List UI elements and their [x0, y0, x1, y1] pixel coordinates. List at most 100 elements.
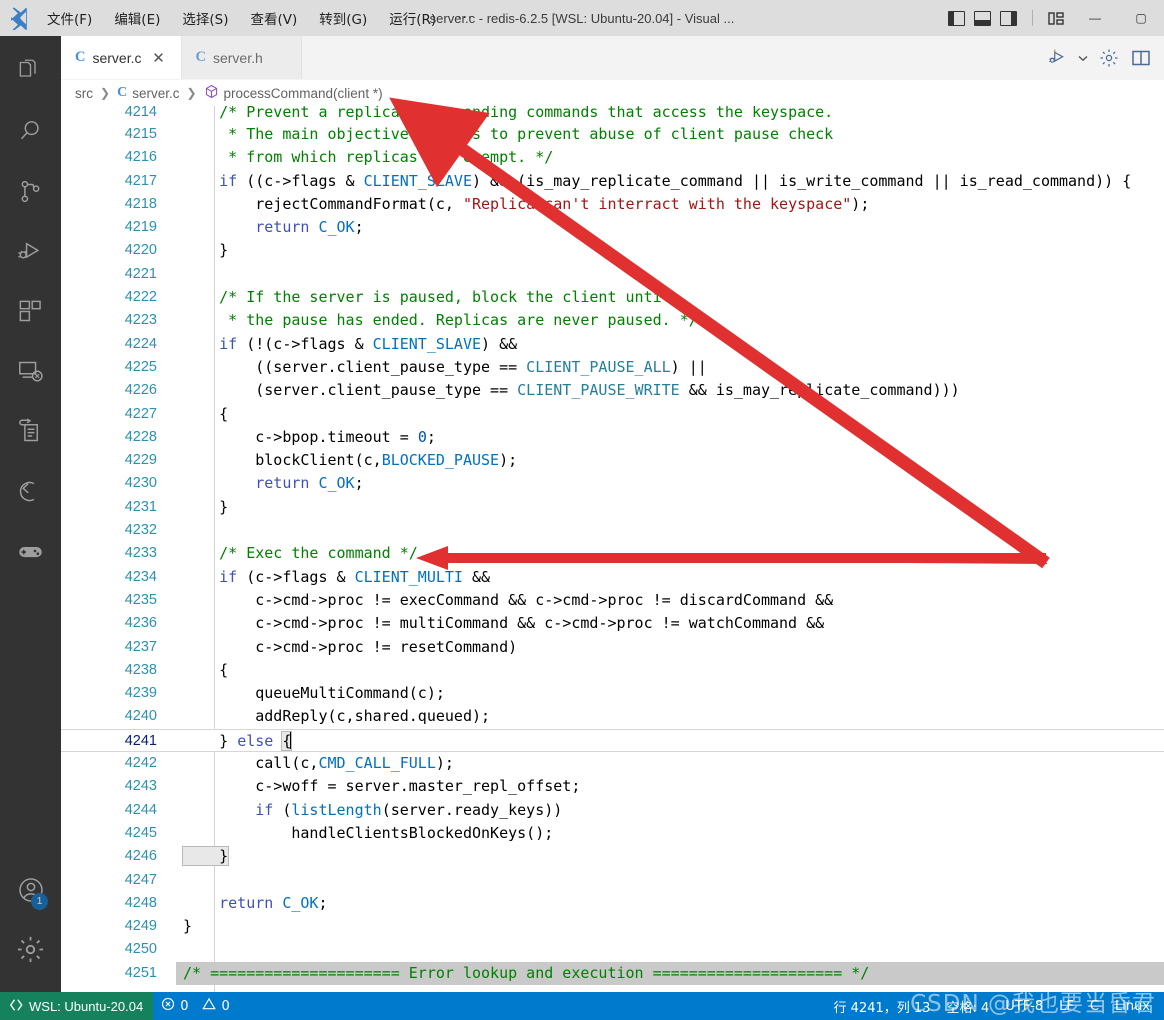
vscode-window: 文件(F) 编辑(E) 选择(S) 查看(V) 转到(G) 运行(R) ··· … [0, 0, 1164, 1020]
line-number: 4224 [124, 335, 157, 352]
menu-view[interactable]: 查看(V) [240, 0, 309, 36]
code-line-text: return C_OK; [183, 472, 1164, 495]
menu-more[interactable]: ··· [447, 0, 483, 36]
code-line[interactable]: 4217 if ((c->flags & CLIENT_SLAVE) && (i… [61, 170, 1164, 193]
toggle-primary-sidebar-icon[interactable] [948, 10, 965, 26]
code-content[interactable]: 4214 /* Prevent a replica from sending c… [61, 106, 1164, 992]
toggle-panel-icon[interactable] [974, 10, 991, 26]
editor-tab-bar: C server.c ✕ C server.h [61, 36, 1164, 80]
code-line[interactable]: 4220 } [61, 239, 1164, 262]
status-language-mode[interactable]: C [1082, 992, 1107, 1020]
code-line[interactable]: 4237 c->cmd->proc != resetCommand) [61, 636, 1164, 659]
code-line[interactable]: 4223 * the pause has ended. Replicas are… [61, 309, 1164, 332]
code-line[interactable]: 4240 addReply(c,shared.queued); [61, 705, 1164, 728]
source-control-icon [17, 178, 44, 210]
status-cursor-position[interactable]: 行 4241，列 13 [826, 992, 939, 1020]
code-line[interactable]: 4243 c->woff = server.master_repl_offset… [61, 775, 1164, 798]
code-token: ) || [670, 357, 707, 376]
code-line[interactable]: 4230 return C_OK; [61, 472, 1164, 495]
code-line[interactable]: 4224 if (!(c->flags & CLIENT_SLAVE) && [61, 333, 1164, 356]
line-number: 4246 [124, 848, 157, 865]
code-editor[interactable]: 4214 /* Prevent a replica from sending c… [61, 106, 1164, 992]
code-line[interactable]: 4215 * The main objective here is to pre… [61, 123, 1164, 146]
code-line[interactable]: 4226 (server.client_pause_type == CLIENT… [61, 379, 1164, 402]
breadcrumb-item-file[interactable]: C server.c [117, 85, 179, 101]
status-encoding[interactable]: UTF-8 [997, 992, 1051, 1020]
code-line-text: if (c->flags & CLIENT_MULTI && [183, 566, 1164, 589]
code-line[interactable]: 4241 } else { [61, 728, 1164, 753]
sidebar-item-accounts[interactable]: 1 [0, 862, 61, 922]
sidebar-item-explorer[interactable] [0, 44, 61, 104]
code-line[interactable]: 4221 [61, 263, 1164, 286]
code-line[interactable]: 4218 rejectCommandFormat(c, "Replica can… [61, 193, 1164, 216]
code-line[interactable]: 4236 c->cmd->proc != multiCommand && c->… [61, 612, 1164, 635]
code-token: c->woff = server.master_repl_offset; [183, 777, 581, 796]
sidebar-item-manage[interactable] [0, 922, 61, 982]
toggle-secondary-sidebar-icon[interactable] [1000, 10, 1017, 26]
code-line[interactable]: 4232 [61, 519, 1164, 542]
code-line[interactable]: 4233 /* Exec the command */ [61, 542, 1164, 565]
status-indentation[interactable]: 空格: 4 [938, 992, 997, 1020]
code-line[interactable]: 4248 return C_OK; [61, 892, 1164, 915]
sidebar-item-cpp[interactable] [0, 464, 61, 524]
chevron-down-icon[interactable] [1074, 43, 1092, 73]
code-line[interactable]: 4219 return C_OK; [61, 216, 1164, 239]
sidebar-item-remote-explorer[interactable] [0, 344, 61, 404]
menu-run[interactable]: 运行(R) [378, 0, 447, 36]
sidebar-item-extensions[interactable] [0, 284, 61, 344]
sidebar-item-run-debug[interactable] [0, 224, 61, 284]
maximize-button[interactable]: ▢ [1118, 0, 1164, 36]
gear-icon[interactable] [1094, 43, 1124, 73]
customize-layout-icon[interactable] [1048, 11, 1066, 26]
code-line-text [183, 869, 1164, 892]
tab-server-c[interactable]: C server.c ✕ [61, 36, 182, 79]
menu-selection[interactable]: 选择(S) [171, 0, 239, 36]
run-and-debug-icon [17, 238, 44, 270]
code-line[interactable]: 4246 } [61, 845, 1164, 868]
code-line[interactable]: 4227 { [61, 403, 1164, 426]
breadcrumb-item-src[interactable]: src [75, 86, 93, 101]
code-line[interactable]: 4244 if (listLength(server.ready_keys)) [61, 799, 1164, 822]
code-line[interactable]: 4214 /* Prevent a replica from sending c… [61, 106, 1164, 123]
code-line[interactable]: 4216 * from which replicas are exempt. *… [61, 146, 1164, 169]
code-line[interactable]: 4245 handleClientsBlockedOnKeys(); [61, 822, 1164, 845]
code-line[interactable]: 4234 if (c->flags & CLIENT_MULTI && [61, 566, 1164, 589]
code-line[interactable]: 4228 c->bpop.timeout = 0; [61, 426, 1164, 449]
sidebar-item-source-control[interactable] [0, 164, 61, 224]
run-debug-icon[interactable] [1042, 43, 1072, 73]
code-line[interactable]: 4238 { [61, 659, 1164, 682]
sidebar-item-search[interactable] [0, 104, 61, 164]
divider [1032, 10, 1033, 26]
code-line[interactable]: 4249} [61, 915, 1164, 938]
code-line[interactable]: 4242 call(c,CMD_CALL_FULL); [61, 752, 1164, 775]
code-line[interactable]: 4247 [61, 869, 1164, 892]
code-token: C_OK [318, 218, 355, 237]
code-token: CLIENT_PAUSE_ALL [526, 357, 671, 376]
sidebar-item-todo-tree[interactable] [0, 404, 61, 464]
code-line[interactable]: 4239 queueMultiCommand(c); [61, 682, 1164, 705]
line-number: 4244 [124, 801, 157, 818]
sidebar-item-game[interactable] [0, 524, 61, 584]
tab-server-h[interactable]: C server.h [181, 36, 302, 79]
code-line[interactable]: 4222 /* If the server is paused, block t… [61, 286, 1164, 309]
minimize-button[interactable]: — [1072, 0, 1118, 36]
code-line[interactable]: 4225 ((server.client_pause_type == CLIEN… [61, 356, 1164, 379]
menu-file[interactable]: 文件(F) [36, 0, 103, 36]
close-icon[interactable]: ✕ [149, 48, 169, 68]
menu-edit[interactable]: 编辑(E) [103, 0, 171, 36]
status-platform[interactable]: Linux [1107, 992, 1158, 1020]
code-line[interactable]: 4250 [61, 938, 1164, 961]
status-eol[interactable]: LF [1051, 992, 1082, 1020]
horizontal-scrollbar[interactable] [183, 982, 1164, 992]
status-remote-indicator[interactable]: WSL: Ubuntu-20.04 [0, 992, 154, 1020]
split-editor-icon[interactable] [1126, 43, 1156, 73]
breadcrumb-item-symbol[interactable]: processCommand(client *) [204, 84, 383, 102]
menu-go[interactable]: 转到(G) [308, 0, 378, 36]
line-number: 4247 [124, 871, 157, 888]
code-line[interactable]: 4229 blockClient(c,BLOCKED_PAUSE); [61, 449, 1164, 472]
code-line[interactable]: 4231 } [61, 496, 1164, 519]
status-problems[interactable]: 0 0 [153, 992, 238, 1020]
code-line[interactable]: 4235 c->cmd->proc != execCommand && c->c… [61, 589, 1164, 612]
